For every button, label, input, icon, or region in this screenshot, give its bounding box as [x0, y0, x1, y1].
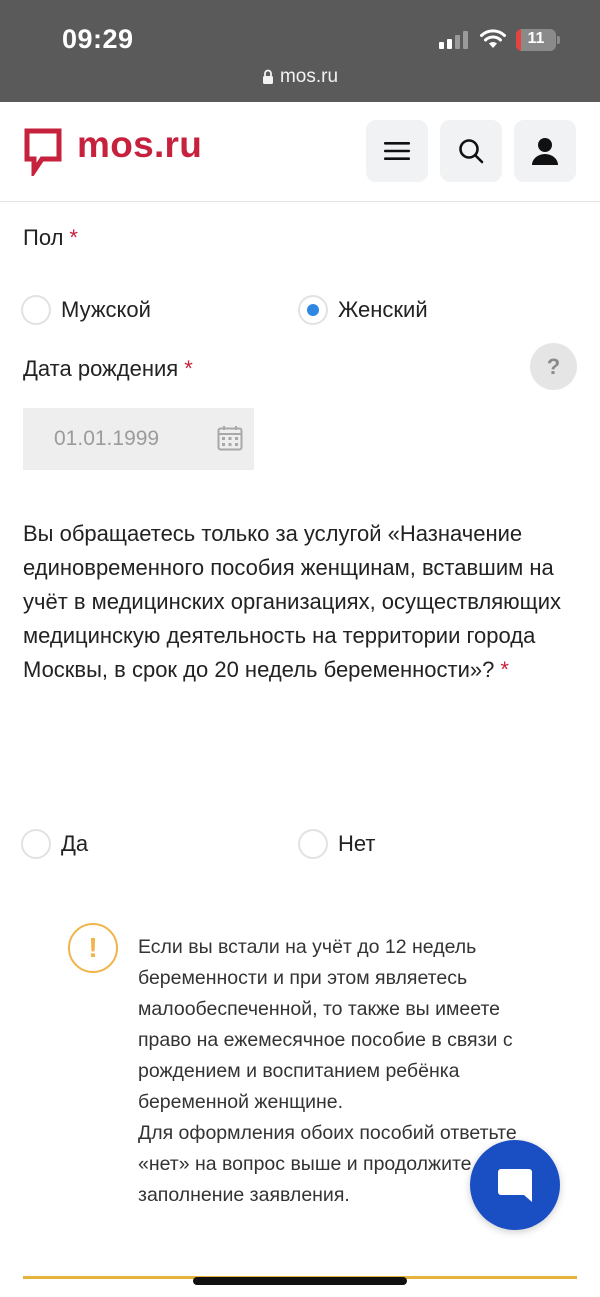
menu-button[interactable] [366, 120, 428, 182]
wifi-icon [480, 29, 506, 48]
search-button[interactable] [440, 120, 502, 182]
radio-no[interactable]: Нет [298, 829, 375, 859]
battery-icon: 11 [516, 29, 560, 51]
radio-yes[interactable]: Да [21, 829, 88, 859]
home-indicator[interactable] [193, 1277, 407, 1285]
radio-yes-circle[interactable] [21, 829, 51, 859]
url-text: mos.ru [279, 66, 339, 87]
help-icon: ? [546, 353, 561, 379]
chat-button[interactable] [470, 1140, 560, 1230]
radio-female[interactable]: Женский [298, 295, 428, 325]
site-header: mos.ru [0, 102, 600, 202]
warning-icon-glyph: ! [88, 932, 98, 963]
calendar-icon[interactable] [217, 425, 243, 451]
required-mark: * [184, 356, 193, 381]
birth-date-input[interactable]: 01.01.1999 [23, 408, 254, 470]
radio-male[interactable]: Мужской [21, 295, 151, 325]
service-question: Вы обращаетесь только за услугой «Назнач… [23, 517, 563, 687]
status-time: 09:29 [62, 24, 134, 54]
battery-level: 11 [527, 30, 545, 47]
warning-icon: ! [68, 923, 118, 973]
radio-female-circle[interactable] [298, 295, 328, 325]
logo-text[interactable]: mos.ru [77, 124, 202, 166]
help-button[interactable]: ? [530, 343, 577, 390]
gender-label-text: Пол [23, 225, 64, 250]
chat-icon [498, 1169, 532, 1202]
radio-female-label: Женский [338, 297, 428, 322]
birth-date-label-text: Дата рождения [23, 356, 179, 381]
lock-icon [262, 69, 273, 84]
birth-date-label: Дата рождения * [23, 356, 193, 382]
radio-male-label: Мужской [61, 297, 151, 322]
cellular-signal-icon [439, 31, 468, 49]
radio-no-circle[interactable] [298, 829, 328, 859]
mos-logo-icon[interactable] [24, 128, 62, 176]
radio-yes-label: Да [61, 831, 89, 856]
required-mark: * [500, 657, 509, 682]
hamburger-icon [384, 142, 410, 160]
status-bar: 09:29 11 mos.ru [0, 0, 600, 102]
info-paragraph-1: Если вы встали на учёт до 12 недель бере… [138, 936, 513, 1113]
birth-date-value: 01.01.1999 [54, 427, 160, 450]
radio-male-circle[interactable] [21, 295, 51, 325]
gender-label: Пол * [23, 225, 78, 251]
required-mark: * [69, 225, 78, 250]
service-question-text: Вы обращаетесь только за услугой «Назнач… [23, 521, 562, 682]
search-icon [459, 139, 484, 164]
address-bar[interactable]: mos.ru [0, 66, 600, 88]
radio-no-label: Нет [338, 831, 376, 856]
user-icon [532, 138, 558, 165]
profile-button[interactable] [514, 120, 576, 182]
